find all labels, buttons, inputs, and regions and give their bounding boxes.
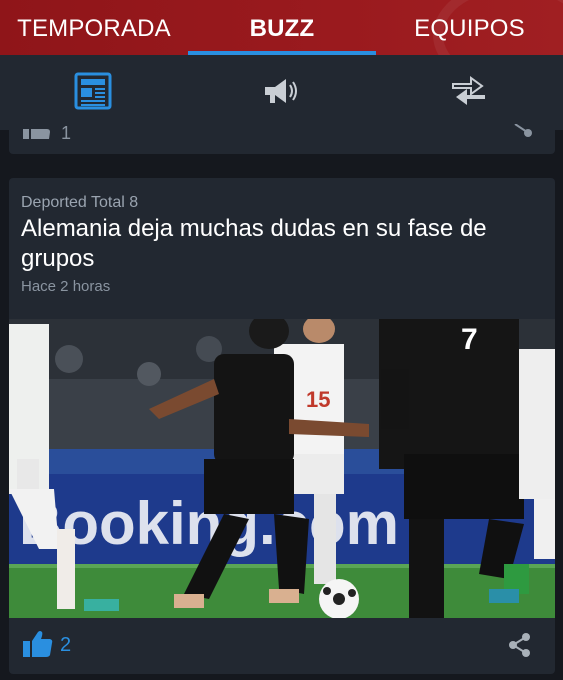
article-timestamp: Hace 2 horas: [21, 278, 111, 295]
tab-equipos[interactable]: EQUIPOS: [376, 0, 563, 55]
share-icon[interactable]: [511, 123, 533, 138]
jersey-number-7: 7: [461, 323, 478, 356]
article-card[interactable]: Deported Total 8 Alemania deja muchas du…: [9, 178, 555, 674]
share-icon[interactable]: [508, 632, 532, 658]
thumbs-up-icon[interactable]: [23, 630, 53, 658]
previous-like-count: 1: [61, 123, 72, 143]
jersey-number-15: 15: [306, 387, 330, 412]
top-tab-bar: TEMPORADA BUZZ EQUIPOS: [0, 0, 563, 55]
megaphone-icon[interactable]: [262, 71, 302, 111]
previous-article-card[interactable]: 1: [9, 123, 555, 154]
tab-buzz[interactable]: BUZZ: [188, 0, 376, 55]
article-source: Deported Total 8: [21, 194, 139, 211]
thumbs-up-icon[interactable]: [23, 128, 51, 140]
article-photo[interactable]: Booking.com 15 7: [9, 319, 555, 618]
swap-arrows-icon[interactable]: [449, 71, 489, 111]
tab-temporada[interactable]: TEMPORADA: [0, 0, 188, 55]
article-headline[interactable]: Alemania deja muchas dudas en su fase de…: [21, 214, 541, 274]
subnav-bar: [0, 55, 563, 130]
newspaper-icon[interactable]: [73, 71, 113, 111]
like-count: 2: [60, 634, 72, 656]
